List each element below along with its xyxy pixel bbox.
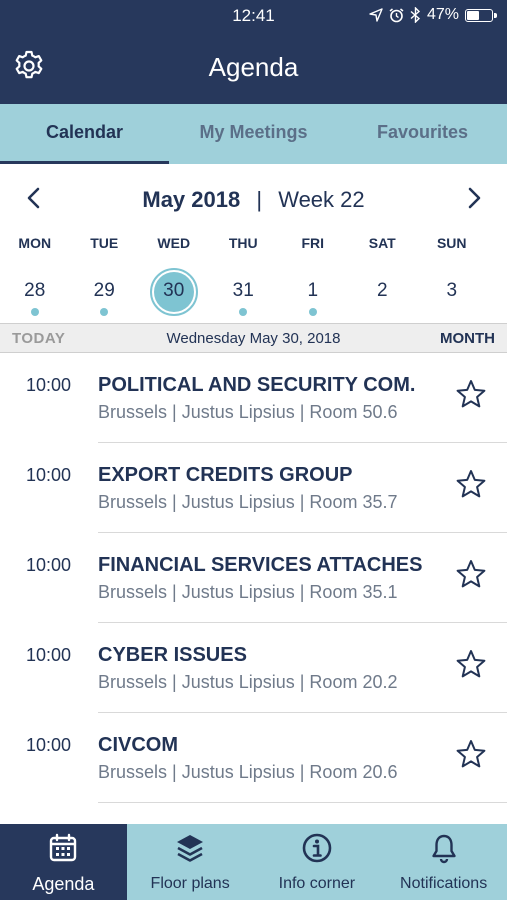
weekday-label: MON: [18, 235, 52, 251]
nav-label: Floor plans: [150, 875, 230, 892]
event-dot: [239, 308, 248, 316]
week-label: Week 22: [278, 187, 365, 212]
tab-calendar[interactable]: Calendar: [0, 104, 169, 164]
date-cell[interactable]: 3: [417, 268, 487, 318]
event-dot: [100, 308, 109, 316]
meeting-name: FINANCIAL SERVICES ATTACHES: [98, 554, 423, 576]
date-cell[interactable]: 31: [209, 268, 279, 318]
weekday-label: SAT: [368, 235, 396, 251]
nav-info-corner[interactable]: Info corner: [254, 824, 381, 900]
page-title: Agenda: [208, 52, 299, 82]
weekday-label: FRI: [301, 235, 325, 251]
meeting-location: Brussels | Justus Lipsius | Room 20.6: [98, 762, 398, 782]
date-number: 3: [446, 280, 458, 301]
date-number: 28: [24, 280, 46, 301]
selected-date-label: Wednesday May 30, 2018: [166, 330, 341, 347]
nav-notifications[interactable]: Notifications: [380, 824, 507, 900]
info-icon: [302, 833, 332, 863]
date-number: 30: [163, 280, 185, 301]
bottom-nav: Agenda Floor plans Info corner Notificat…: [0, 824, 507, 900]
date-number: 31: [232, 280, 254, 301]
status-bar: 12:41 47%: [0, 0, 507, 30]
battery-icon: [465, 8, 497, 22]
meeting-item[interactable]: 10:00 CIVCOM Brussels | Justus Lipsius |…: [0, 713, 507, 803]
date-number: 2: [376, 280, 388, 301]
meeting-time: 10:00: [26, 555, 72, 575]
today-bar: TODAY Wednesday May 30, 2018 MONTH: [0, 323, 507, 353]
layers-icon: [177, 835, 204, 862]
date-number: 1: [307, 280, 319, 301]
tab-my-meetings[interactable]: My Meetings: [169, 104, 338, 164]
event-dot: [30, 308, 39, 316]
divider: [98, 802, 507, 803]
month-week-separator: |: [256, 187, 263, 212]
nav-label: Info corner: [278, 875, 356, 892]
bluetooth-icon: [410, 7, 420, 23]
meeting-item[interactable]: 10:00 EXPORT CREDITS GROUP Brussels | Ju…: [0, 443, 507, 533]
week-dates: 28 29 30 31 1 2 3: [0, 268, 507, 318]
meeting-location: Brussels | Justus Lipsius | Room 20.2: [98, 672, 398, 692]
meeting-name: EXPORT CREDITS GROUP: [98, 464, 353, 486]
battery-percent: 47%: [426, 6, 459, 23]
meeting-time: 10:00: [26, 465, 72, 485]
meeting-time: 10:00: [26, 375, 72, 395]
date-number: 29: [93, 280, 115, 301]
weekday-header: MON TUE WED THU FRI SAT SUN: [0, 235, 507, 251]
alarm-icon: [389, 7, 404, 22]
star-icon[interactable]: [456, 469, 486, 499]
date-cell[interactable]: 29: [70, 268, 140, 318]
meeting-list: 10:00 POLITICAL AND SECURITY COM. Brusse…: [0, 353, 507, 803]
meeting-name: CYBER ISSUES: [98, 644, 247, 666]
nav-label: Notifications: [400, 875, 488, 892]
event-dot: [308, 308, 317, 316]
star-icon[interactable]: [456, 379, 486, 409]
meeting-location: Brussels | Justus Lipsius | Room 50.6: [98, 402, 398, 422]
date-cell[interactable]: 28: [0, 268, 70, 318]
app-header: Agenda: [0, 30, 507, 104]
tab-bar: Calendar My Meetings Favourites: [0, 104, 507, 164]
meeting-location: Brussels | Justus Lipsius | Room 35.1: [98, 582, 398, 602]
meeting-time: 10:00: [26, 735, 72, 755]
status-right: 47%: [369, 6, 497, 24]
meeting-name: POLITICAL AND SECURITY COM.: [98, 374, 416, 396]
star-icon[interactable]: [456, 559, 486, 589]
chevron-right-icon[interactable]: [462, 186, 486, 210]
meeting-location: Brussels | Justus Lipsius | Room 35.7: [98, 492, 398, 512]
month-button[interactable]: MONTH: [440, 330, 495, 347]
meeting-item[interactable]: 10:00 CYBER ISSUES Brussels | Justus Lip…: [0, 623, 507, 713]
calendar-icon: [50, 833, 77, 862]
weekday-label: THU: [228, 235, 258, 251]
weekday-label: WED: [157, 235, 191, 251]
nav-label: Agenda: [32, 874, 95, 894]
date-cell[interactable]: 1: [278, 268, 348, 318]
month-label: May 2018: [142, 187, 241, 212]
month-navigation: May 2018 | Week 22: [0, 180, 507, 220]
meeting-time: 10:00: [26, 645, 72, 665]
weekday-label: SUN: [436, 235, 467, 251]
location-icon: [369, 8, 383, 22]
nav-floor-plans[interactable]: Floor plans: [127, 824, 254, 900]
nav-agenda[interactable]: Agenda: [0, 824, 127, 900]
bell-icon: [431, 834, 456, 864]
month-week-label: May 2018 | Week 22: [0, 187, 507, 213]
tab-favourites[interactable]: Favourites: [338, 104, 507, 164]
weekday-label: TUE: [90, 235, 119, 251]
date-cell-selected[interactable]: 30: [139, 268, 209, 318]
star-icon[interactable]: [456, 739, 486, 769]
date-cell[interactable]: 2: [348, 268, 418, 318]
meeting-name: CIVCOM: [98, 734, 178, 756]
battery-fill: [467, 10, 480, 20]
star-icon[interactable]: [456, 649, 486, 679]
meeting-item[interactable]: 10:00 POLITICAL AND SECURITY COM. Brusse…: [0, 353, 507, 443]
meeting-item[interactable]: 10:00 FINANCIAL SERVICES ATTACHES Brusse…: [0, 533, 507, 623]
